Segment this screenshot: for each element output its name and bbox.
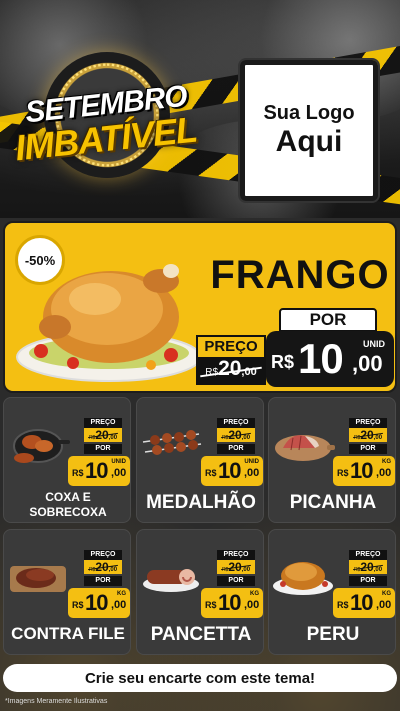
skewers-icon: [142, 430, 202, 455]
old-price: R$ 20 ,00: [349, 560, 387, 574]
new-price-label: POR: [349, 444, 387, 454]
price-integer: 10: [218, 590, 242, 615]
product-card[interactable]: PREÇO R$ 20 ,00 POR R$ 10 ,00 UNID COXA …: [3, 397, 131, 523]
price-currency: R$: [337, 468, 349, 478]
price-decimal: ,00: [244, 599, 260, 611]
sliced-beef-board-icon: [275, 435, 335, 461]
new-price: R$ 10 ,00 KG: [333, 588, 395, 618]
old-price-label: PREÇO: [217, 550, 255, 560]
new-price-label: POR: [349, 576, 387, 586]
product-card[interactable]: PREÇO R$ 20 ,00 POR R$ 10 ,00 KG PANCETT…: [136, 529, 264, 655]
price-unit: KG: [250, 591, 259, 597]
price-unit: KG: [117, 591, 126, 597]
price-currency: R$: [337, 600, 349, 610]
old-price-decimal: ,00: [373, 435, 383, 441]
chicken-thigh-pan-icon: [13, 429, 70, 463]
old-price: R$ 20 ,00: [84, 560, 122, 574]
price-decimal: ,00: [244, 467, 260, 479]
price-unit: KG: [382, 459, 391, 465]
header-banner: SETEMBRO IMBATÍVEL Sua Logo Aqui: [0, 0, 400, 218]
product-title: FRANGO: [210, 253, 390, 297]
old-price: R$ 20 ,00: [84, 428, 122, 442]
price-unit: KG: [382, 591, 391, 597]
old-price-decimal: ,00: [241, 567, 251, 573]
campaign-badge: SETEMBRO IMBATÍVEL: [13, 52, 199, 202]
price-unit: UNID: [244, 459, 259, 465]
old-price-label: PREÇO: [349, 550, 387, 560]
price-decimal: ,00: [376, 599, 392, 611]
new-price: R$ 10 ,00 KG: [68, 588, 130, 618]
old-price-label: PREÇO: [196, 335, 266, 357]
new-price-label: POR: [217, 576, 255, 586]
old-price-decimal: ,00: [108, 567, 118, 573]
old-price: R$ 20 ,00: [349, 428, 387, 442]
product-name-line1: COXA E: [45, 490, 91, 504]
new-price-label: POR: [84, 444, 122, 454]
price-integer: 10: [85, 458, 109, 483]
discount-badge: -50%: [15, 235, 65, 285]
price-currency: R$: [271, 352, 295, 372]
create-flyer-button[interactable]: Crie seu encarte com este tema!: [3, 664, 397, 692]
price-currency: R$: [205, 600, 217, 610]
steak-board-icon: [10, 566, 66, 592]
price-integer: 10: [298, 335, 344, 382]
logo-placeholder[interactable]: Sua Logo Aqui: [238, 58, 380, 203]
product-card[interactable]: PREÇO R$ 20 ,00 POR R$ 10 ,00 KG CONTRA …: [3, 529, 131, 655]
new-price: R$ 10 ,00 KG: [333, 456, 395, 486]
price-unit: UNID: [363, 339, 385, 349]
new-price-label: POR: [279, 308, 377, 332]
product-card[interactable]: PREÇO R$ 20 ,00 POR R$ 10 ,00 UNID MEDAL…: [136, 397, 264, 523]
price-integer: 10: [350, 458, 374, 483]
new-price: R$ 10 ,00 UNID: [201, 456, 263, 486]
price-currency: R$: [72, 600, 84, 610]
product-name-line2: SOBRECOXA: [29, 505, 107, 519]
product-name: CONTRA FILE: [11, 624, 125, 643]
product-card[interactable]: PREÇO R$ 20 ,00 POR R$ 10 ,00 KG PERU: [268, 529, 396, 655]
price-integer: 10: [85, 590, 109, 615]
roast-turkey-icon: [273, 562, 333, 595]
product-name: PICANHA: [289, 492, 377, 513]
price-currency: R$: [72, 468, 84, 478]
product-name: PANCETTA: [150, 624, 252, 645]
new-price: R$ 10 ,00 KG: [201, 588, 263, 618]
price-decimal: ,00: [111, 599, 127, 611]
price-integer: 10: [218, 458, 242, 483]
old-price-label: PREÇO: [217, 418, 255, 428]
product-name: MEDALHÃO: [146, 492, 256, 513]
price-integer: 10: [350, 590, 374, 615]
old-price: R$ 20 ,00: [217, 560, 255, 574]
old-price: R$ 20 ,00: [217, 428, 255, 442]
old-price-decimal: ,00: [241, 435, 251, 441]
price-decimal: ,00: [352, 351, 383, 376]
old-price-label: PREÇO: [84, 550, 122, 560]
old-price-decimal: ,00: [108, 435, 118, 441]
price-currency: R$: [205, 468, 217, 478]
new-price-label: POR: [84, 576, 122, 586]
old-price: R$ 20 ,00: [196, 357, 266, 385]
new-price: R$ 10 ,00 UNID: [266, 331, 394, 387]
price-decimal: ,00: [376, 467, 392, 479]
new-price: R$ 10 ,00 UNID: [68, 456, 130, 486]
old-price-label: PREÇO: [349, 418, 387, 428]
logo-text-line2: Aqui: [275, 125, 343, 158]
price-decimal: ,00: [111, 467, 127, 479]
product-name: PERU: [306, 624, 360, 645]
new-price-label: POR: [217, 444, 255, 454]
product-name: COXA E SOBRECOXA: [4, 490, 130, 520]
old-price-label: PREÇO: [84, 418, 122, 428]
product-card[interactable]: PREÇO R$ 20 ,00 POR R$ 10 ,00 KG PICANHA: [268, 397, 396, 523]
old-price-decimal: ,00: [373, 567, 383, 573]
logo-text-line1: Sua Logo: [263, 102, 355, 124]
disclaimer-text: *Imagens Meramente Ilustrativas: [5, 698, 108, 705]
pancetta-roll-icon: [143, 569, 199, 592]
price-unit: UNID: [111, 459, 126, 465]
